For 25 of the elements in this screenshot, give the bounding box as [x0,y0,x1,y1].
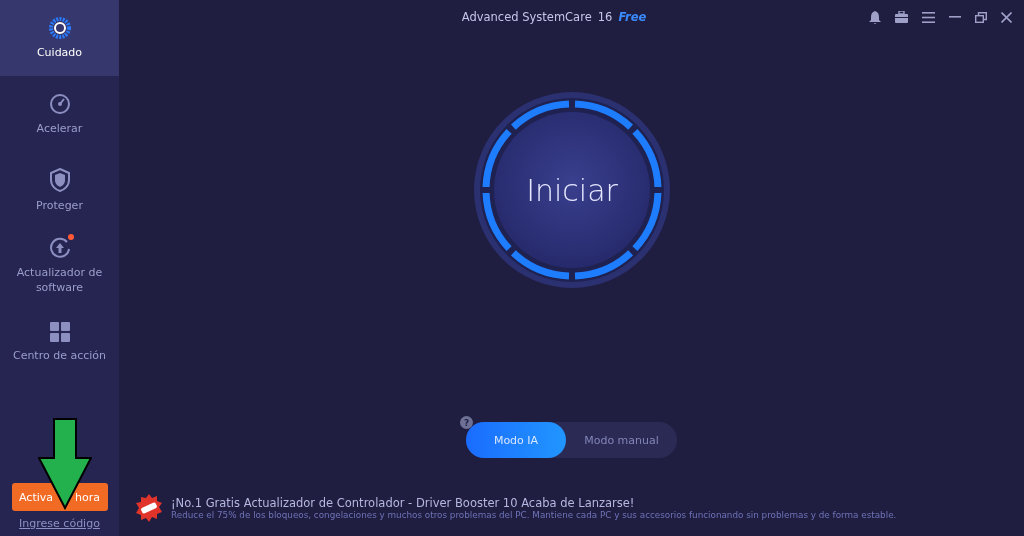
upload-icon [48,237,71,259]
sidebar-item[interactable]: Cuidado [0,0,119,76]
close-icon[interactable] [1001,11,1012,23]
grid-icon [49,321,70,342]
sidebar-item[interactable]: Centro de acción [0,304,119,380]
mode-tab[interactable]: Modo manual [566,422,677,458]
sidebar-item[interactable]: Proteger [0,152,119,228]
briefcase-icon[interactable] [895,11,908,23]
app-title: Advanced SystemCare [461,10,592,24]
version-number: 16 [597,10,613,24]
help-icon[interactable]: ? [460,416,473,429]
restore-icon[interactable] [975,11,987,23]
shield-icon [48,167,71,192]
enter-code-link[interactable]: Ingrese código [19,517,100,530]
edition-label: Free [618,10,647,24]
sidebar-item[interactable]: Actualizador de software [0,228,119,304]
sidebar-item[interactable]: Acelerar [0,76,119,152]
new-badge-icon [135,494,163,522]
start-button[interactable]: Iniciar [471,90,672,290]
news-description: Reduce el 75% de los bloqueos, congelaciones y muchos otros problemas del PC. Mantiene cada PC y sus accesorios funcionando sin problemas y de forma estable. [171,510,897,520]
bell-icon[interactable] [869,10,881,24]
news-headline[interactable]: ¡No.1 Gratis Actualizador de Controlador - Driver Booster 10 Acaba de Lanzarse! [171,496,897,510]
menu-icon[interactable] [922,11,935,23]
ring-icon [48,16,71,39]
speedometer-icon [48,92,71,115]
